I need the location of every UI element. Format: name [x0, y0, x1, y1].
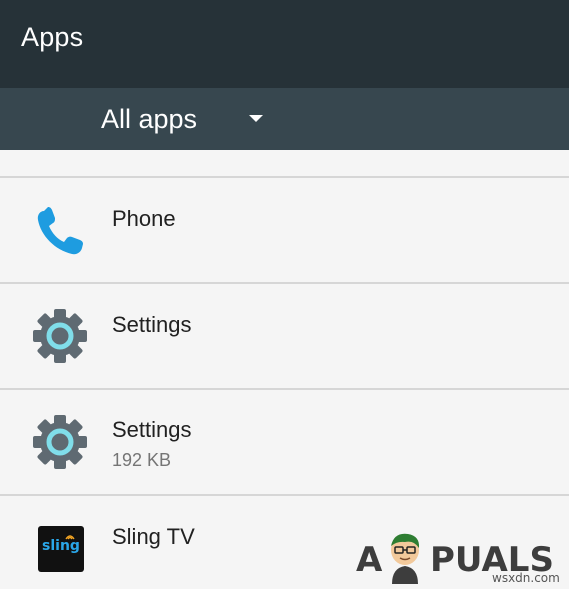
app-name: Sling TV — [112, 524, 195, 549]
watermark-letter-a: A — [356, 540, 383, 580]
filter-selected-label: All apps — [101, 103, 198, 134]
app-filter-dropdown[interactable]: All apps — [101, 88, 263, 150]
app-name: Settings — [112, 312, 192, 337]
sling-logo-text: sling — [42, 538, 80, 554]
list-item-settings-2[interactable]: Settings 192 KB — [0, 390, 569, 494]
app-name: Phone — [112, 206, 176, 231]
sling-tv-icon: sling — [38, 526, 84, 572]
mascot-icon — [391, 533, 420, 584]
gear-icon — [33, 309, 87, 363]
app-size: 192 KB — [112, 450, 172, 470]
gear-icon — [33, 415, 87, 469]
dropdown-arrow-icon — [249, 115, 263, 122]
filter-bar: All apps — [0, 88, 569, 150]
app-bar: Apps — [0, 0, 569, 88]
page-title: Apps — [21, 22, 84, 52]
list-item-phone[interactable]: Phone — [0, 178, 569, 282]
list-item-settings[interactable]: Settings — [0, 284, 569, 388]
app-name: Settings — [112, 417, 192, 442]
phone-icon — [37, 207, 83, 255]
apps-screen: Apps All apps Phone Settings Settings 19… — [0, 0, 569, 589]
watermark-url: wsxdn.com — [492, 571, 560, 585]
